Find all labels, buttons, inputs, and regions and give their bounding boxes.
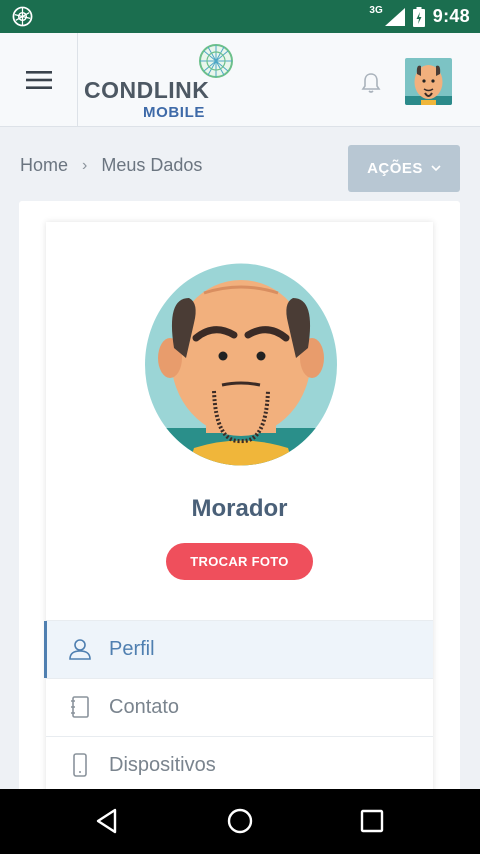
menu-item-label: Contato [109, 696, 180, 718]
status-bar: 3G 9:48 [0, 0, 480, 33]
user-icon [69, 639, 91, 660]
system-navigation-bar [0, 789, 480, 854]
menu-item-contato[interactable]: Contato [46, 678, 433, 736]
profile-menu: Perfil Contato Dispositivos [44, 620, 433, 794]
profile-name: Morador [191, 495, 288, 522]
menu-item-dispositivos[interactable]: Dispositivos [46, 736, 433, 794]
menu-item-label: Dispositivos [109, 754, 216, 776]
battery-icon [412, 6, 425, 27]
chevron-down-icon [431, 165, 441, 172]
condlink-logo: CONDLINK MOBILE [84, 41, 244, 121]
address-book-icon [71, 696, 89, 718]
logo-subtitle: MOBILE [143, 104, 205, 121]
app-header: CONDLINK MOBILE [0, 33, 480, 127]
chevron-right-icon: › [82, 156, 88, 174]
app-notification-icon [12, 6, 33, 27]
menu-item-perfil[interactable]: Perfil [44, 620, 433, 678]
breadcrumb: Home › Meus Dados [20, 155, 202, 176]
breadcrumb-current: Meus Dados [101, 155, 203, 175]
back-icon[interactable] [93, 807, 121, 835]
recent-apps-icon[interactable] [360, 809, 384, 833]
breadcrumb-home-link[interactable]: Home [20, 155, 68, 176]
network-type: 3G [369, 5, 383, 16]
mobile-device-icon [73, 753, 87, 777]
menu-item-label: Perfil [109, 638, 155, 660]
clock: 9:48 [432, 6, 470, 26]
actions-label: AÇÕES [367, 160, 423, 177]
profile-photo [145, 263, 337, 466]
globe-icon [199, 44, 233, 78]
signal-icon [384, 7, 405, 26]
user-avatar[interactable] [405, 58, 452, 105]
hamburger-icon [25, 70, 52, 89]
home-icon[interactable] [226, 807, 254, 835]
logo-title: CONDLINK [84, 77, 210, 103]
change-photo-button[interactable]: TROCAR FOTO [166, 543, 313, 580]
hamburger-menu-button[interactable] [0, 33, 78, 126]
actions-dropdown-button[interactable]: AÇÕES [348, 145, 460, 192]
notification-bell-icon[interactable] [360, 72, 382, 94]
